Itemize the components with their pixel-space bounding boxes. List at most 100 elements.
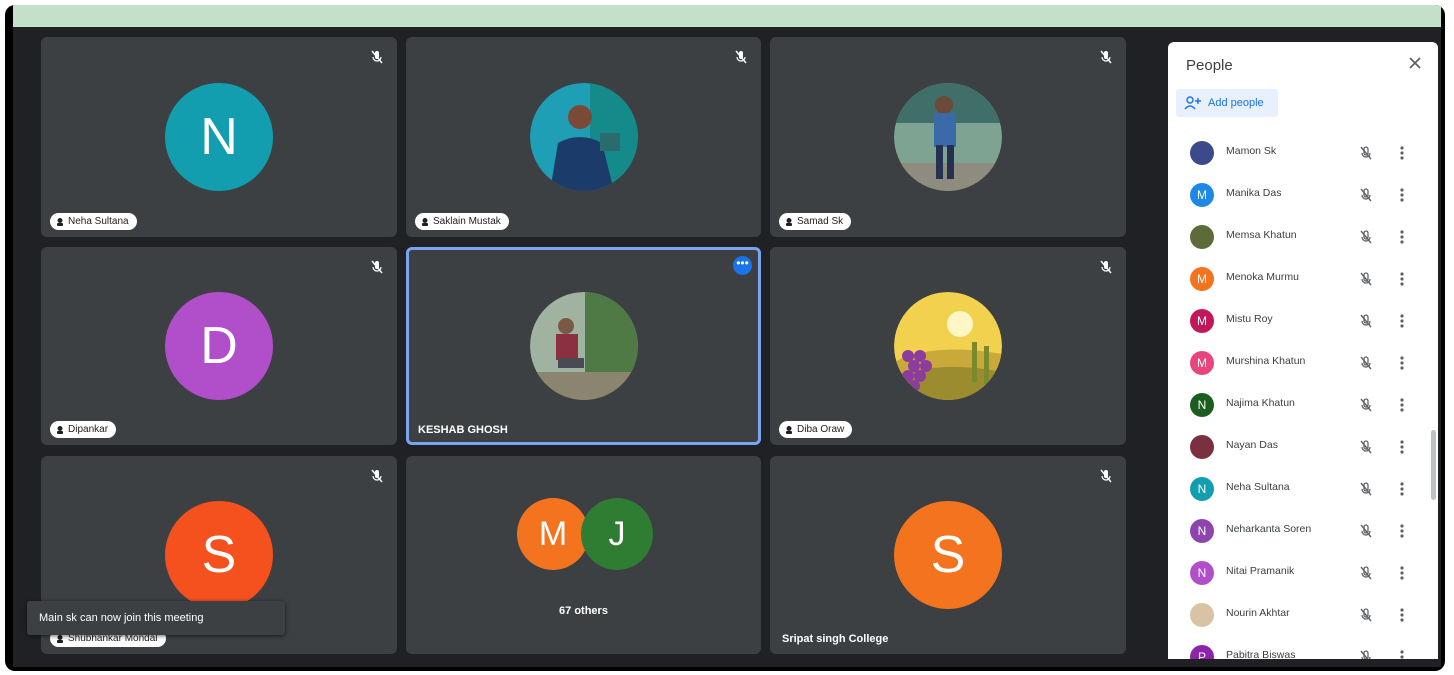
mic-off-icon[interactable] (1358, 187, 1374, 203)
avatar: D (165, 292, 273, 400)
avatar-initial: S (201, 526, 237, 584)
avatar-initial: M (538, 514, 568, 553)
avatar-initial: N (200, 108, 238, 166)
profile-photo (530, 83, 638, 191)
mic-off-icon[interactable] (1358, 355, 1374, 371)
more-options-icon[interactable]: ••• (733, 256, 752, 275)
participant-tile[interactable]: D Dipankar (41, 247, 397, 445)
illustration-avatar (894, 292, 1002, 400)
participant-list[interactable]: Mamon Sk M Manika Das Memsa Khatun M Menoka M… (1168, 132, 1430, 659)
participant-row[interactable]: M Menoka Murmu (1168, 258, 1430, 300)
mic-off-icon[interactable] (1358, 523, 1374, 539)
participant-row[interactable]: N Neha Sultana (1168, 468, 1430, 510)
participant-name: Pabitra Biswas (1226, 649, 1296, 659)
participant-row[interactable]: N Nitai Pramanik (1168, 552, 1430, 594)
avatar-initial: N (1197, 482, 1207, 496)
participant-name: Neha Sultana (1226, 481, 1290, 493)
participant-tile[interactable]: Diba Oraw (770, 247, 1126, 445)
participant-name: Najima Khatun (1226, 397, 1295, 409)
more-vert-icon[interactable] (1400, 438, 1404, 456)
participant-name: Manika Das (1226, 187, 1282, 199)
mic-off-icon[interactable] (1358, 565, 1374, 581)
avatar-initial: M (1197, 188, 1207, 202)
participant-avatar: N (1190, 561, 1214, 585)
participant-row[interactable]: M Mistu Roy (1168, 300, 1430, 342)
mic-off-icon[interactable] (1358, 397, 1374, 413)
participant-avatar: N (1190, 477, 1214, 501)
participant-row[interactable]: Nayan Das (1168, 426, 1430, 468)
participant-row[interactable]: P Pabitra Biswas (1168, 636, 1430, 659)
name-tag: Dipankar (50, 421, 117, 438)
avatar-initial: M (1197, 356, 1207, 370)
more-vert-icon[interactable] (1400, 354, 1404, 372)
avatar: N (165, 83, 273, 191)
mic-off-icon[interactable] (1358, 145, 1374, 161)
mic-off-icon[interactable] (1358, 649, 1374, 659)
participant-name: Memsa Khatun (1226, 229, 1297, 241)
pin-icon (422, 217, 428, 226)
participant-avatar: M (1190, 309, 1214, 333)
avatar-initial: P (1197, 650, 1206, 659)
more-vert-icon[interactable] (1400, 480, 1404, 498)
participant-name: Nitai Pramanik (1226, 565, 1295, 577)
mic-off-icon[interactable] (1358, 271, 1374, 287)
participant-list-scrollbar[interactable] (1431, 430, 1436, 500)
participant-avatar: N (1190, 393, 1214, 417)
more-vert-icon[interactable] (1400, 186, 1404, 204)
participant-name: Sripat singh College (782, 633, 889, 645)
participant-tile[interactable]: Saklain Mustak (406, 37, 761, 237)
mic-off-icon[interactable] (1358, 229, 1374, 245)
participant-tile[interactable]: Samad Sk (770, 37, 1126, 237)
participant-row[interactable]: M Murshina Khatun (1168, 342, 1430, 384)
participant-row[interactable]: Mamon Sk (1168, 132, 1430, 174)
participant-name: Mamon Sk (1226, 145, 1277, 157)
toast-text: Main sk can now join this meeting (39, 612, 204, 624)
participant-tile-active-speaker[interactable]: ••• KESHAB GHOSH (406, 247, 761, 445)
participant-name: Samad Sk (797, 216, 844, 227)
more-vert-icon[interactable] (1400, 270, 1404, 288)
participant-tile[interactable]: S Sripat singh College (770, 456, 1126, 654)
mic-off-icon (371, 50, 383, 64)
avatar: S (894, 501, 1002, 609)
participant-name: Nayan Das (1226, 439, 1278, 451)
more-vert-icon[interactable] (1400, 396, 1404, 414)
panel-title: People (1186, 57, 1233, 74)
profile-photo (894, 83, 1002, 191)
add-person-icon (1184, 96, 1201, 110)
avatar-initial: J (608, 514, 626, 553)
participant-row[interactable]: M Manika Das (1168, 174, 1430, 216)
mic-off-icon[interactable] (1358, 439, 1374, 455)
pin-icon (786, 425, 792, 434)
more-vert-icon[interactable] (1400, 228, 1404, 246)
participant-avatar: P (1190, 645, 1214, 659)
participant-tile[interactable]: N Neha Sultana (41, 37, 397, 237)
mic-off-icon[interactable] (1358, 313, 1374, 329)
participant-avatar (1190, 435, 1214, 459)
more-vert-icon[interactable] (1400, 606, 1404, 624)
pin-icon (57, 217, 63, 226)
others-tile[interactable]: M J 67 others (406, 456, 761, 654)
participant-row[interactable]: Nourin Akhtar (1168, 594, 1430, 636)
close-icon[interactable] (1407, 55, 1423, 71)
mic-off-icon[interactable] (1358, 481, 1374, 497)
more-vert-icon[interactable] (1400, 564, 1404, 582)
more-vert-icon[interactable] (1400, 522, 1404, 540)
participant-row[interactable]: Memsa Khatun (1168, 216, 1430, 258)
mic-off-icon (735, 50, 747, 64)
others-avatar: J (581, 498, 653, 570)
participant-name: Diba Oraw (797, 424, 845, 435)
participant-avatar: M (1190, 183, 1214, 207)
avatar-initial: N (1197, 398, 1207, 412)
more-vert-icon[interactable] (1400, 312, 1404, 330)
participant-row[interactable]: N Neharkanta Soren (1168, 510, 1430, 552)
more-vert-icon[interactable] (1400, 648, 1404, 659)
add-people-button[interactable]: Add people (1176, 89, 1278, 117)
mic-off-icon[interactable] (1358, 607, 1374, 623)
name-tag: Samad Sk (779, 213, 852, 230)
more-vert-icon[interactable] (1400, 144, 1404, 162)
participant-name: Nourin Akhtar (1226, 607, 1290, 619)
participant-row[interactable]: N Najima Khatun (1168, 384, 1430, 426)
participant-name: Menoka Murmu (1226, 271, 1299, 283)
mic-off-icon (1100, 469, 1112, 483)
join-notification-toast: Main sk can now join this meeting (27, 601, 285, 635)
